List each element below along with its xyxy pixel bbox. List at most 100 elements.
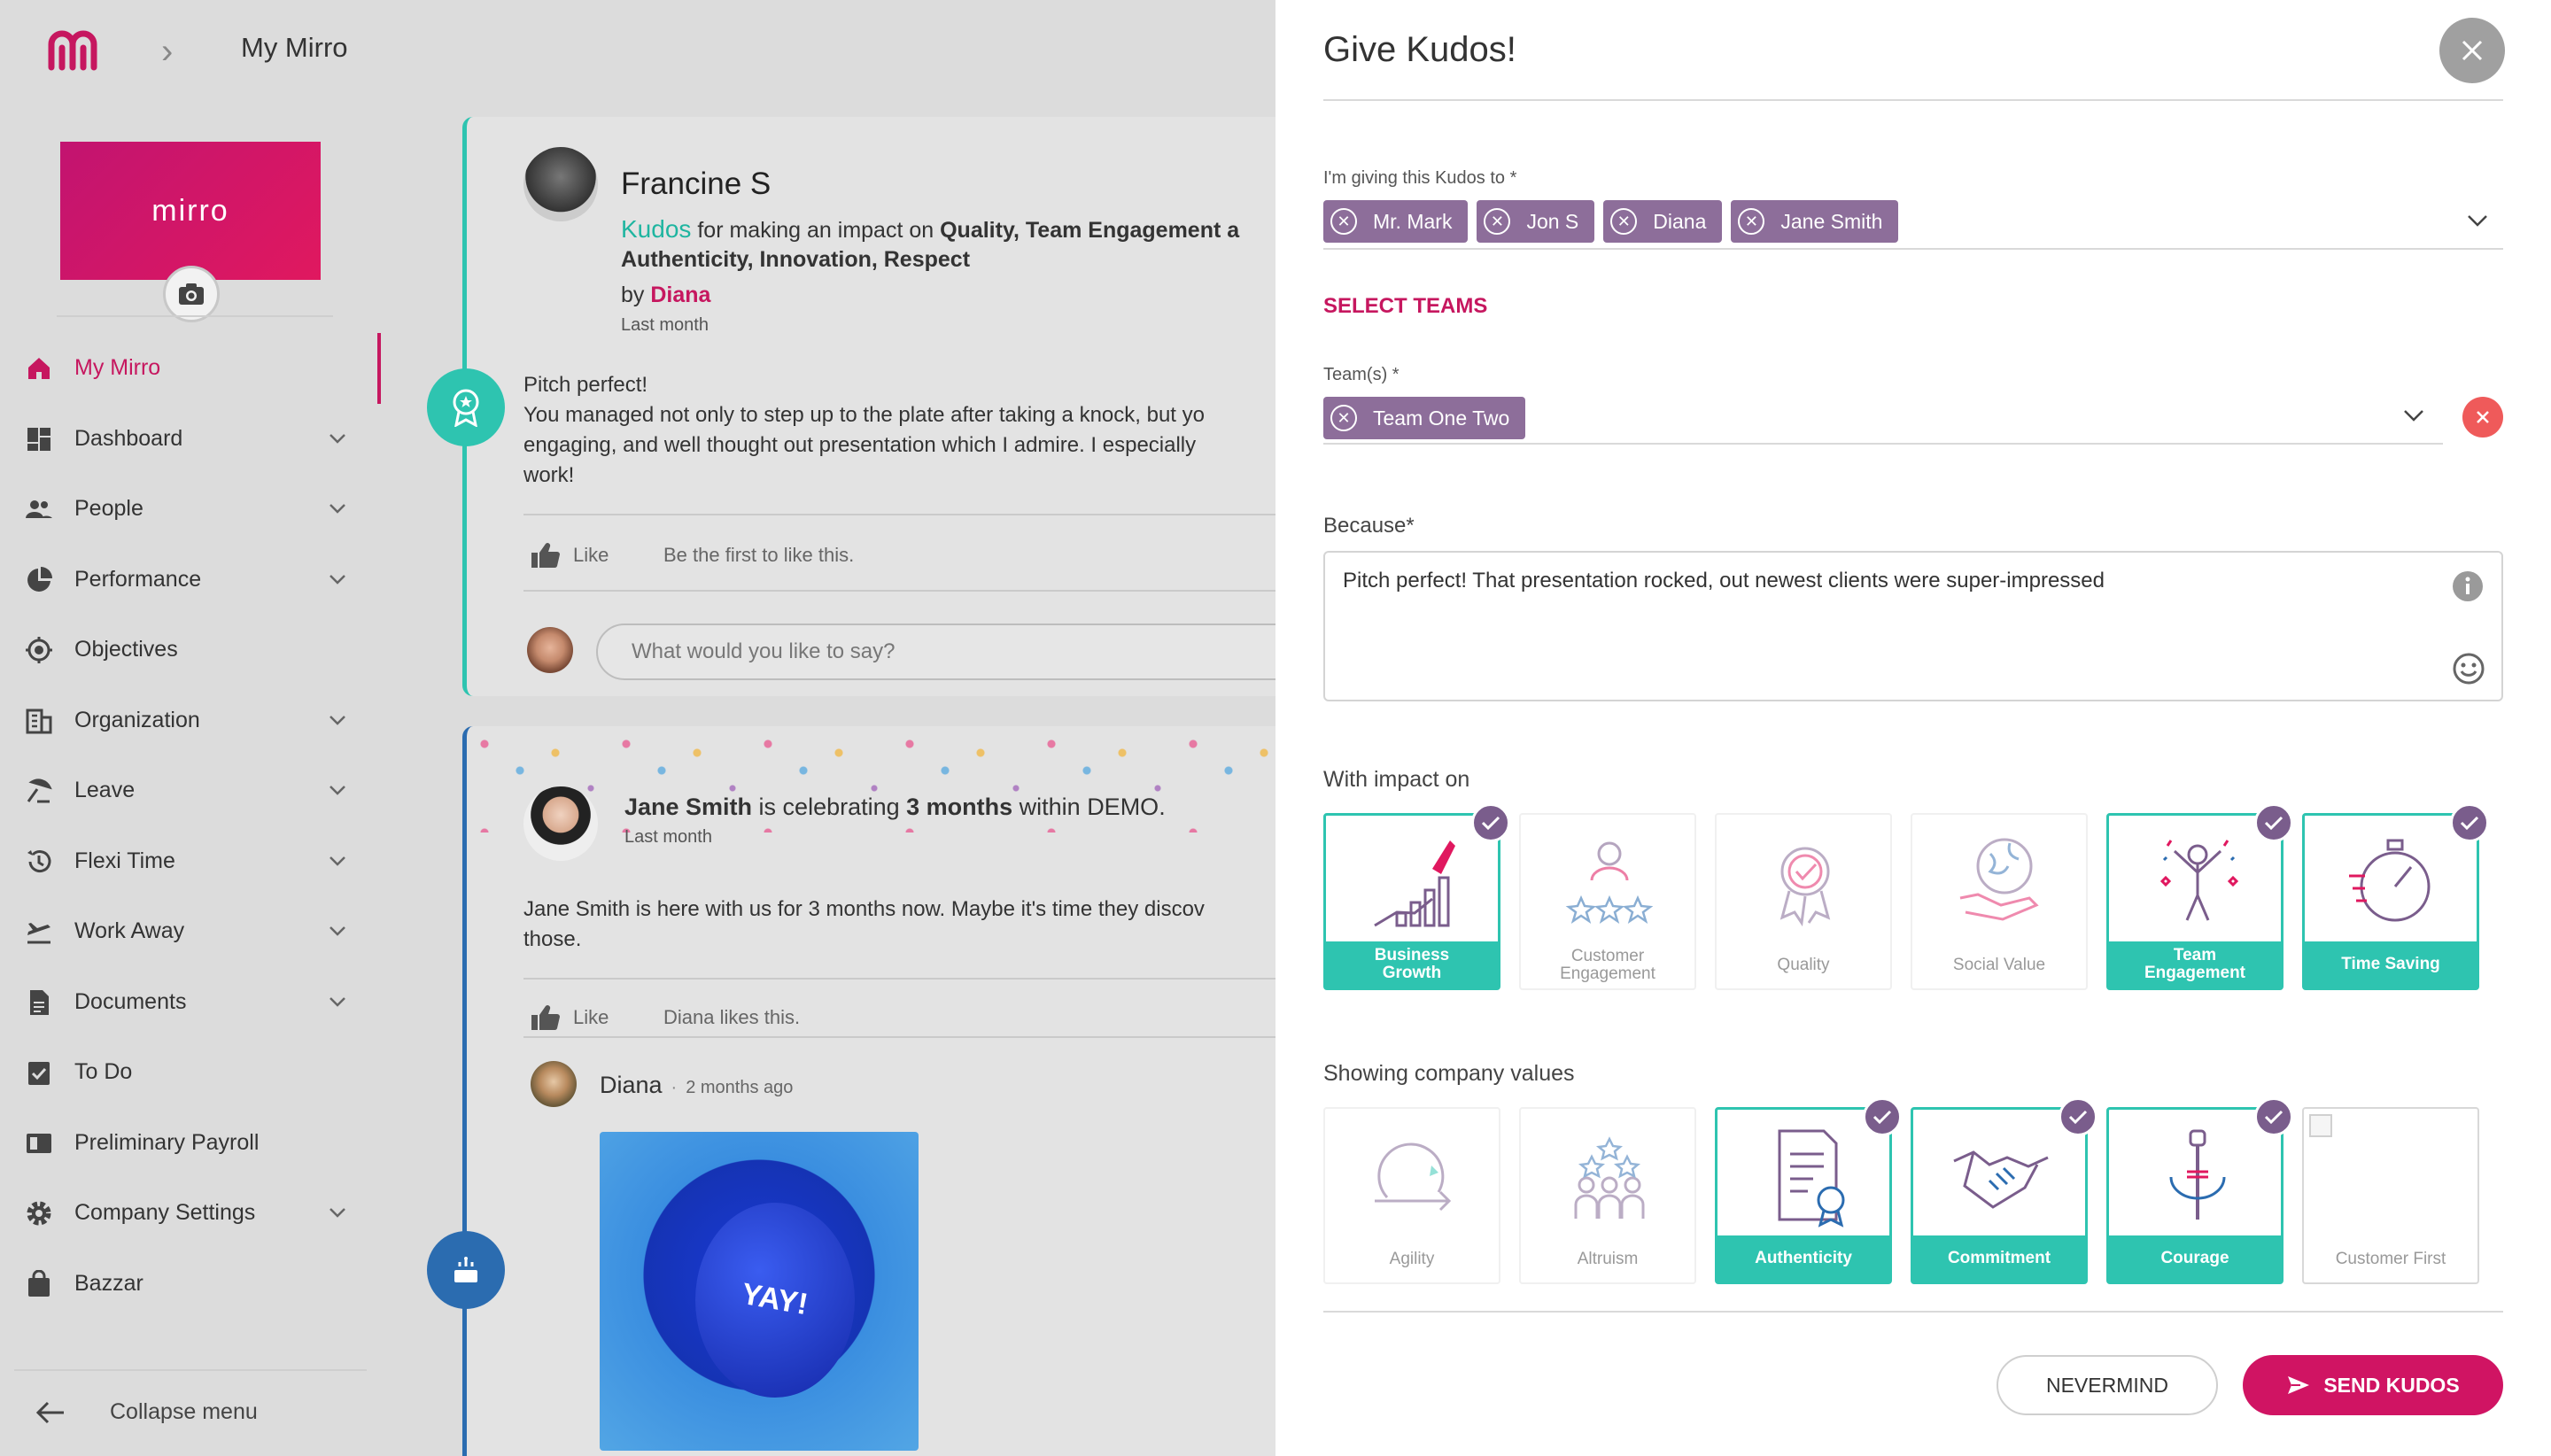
chevron-down-icon[interactable] — [2466, 209, 2489, 232]
sidebar-item-label: To Do — [74, 1059, 133, 1085]
mirro-logo-icon[interactable] — [46, 27, 108, 73]
recipients-select[interactable]: ✕ Mr. Mark ✕ Jon S ✕ Diana ✕ Jane Smith — [1323, 200, 1899, 243]
impact-tile-team-engagement[interactable]: Team Engagement — [2106, 803, 2293, 990]
sidebar-item-performance[interactable]: Performance — [0, 545, 381, 616]
like-status: Be the first to like this. — [663, 544, 855, 566]
sidebar-item-documents[interactable]: Documents — [0, 967, 381, 1038]
send-kudos-label: SEND KUDOS — [2323, 1373, 2460, 1397]
value-tile-courage[interactable]: Courage — [2106, 1097, 2293, 1284]
impact-tile-social-value[interactable]: Social Value — [1911, 813, 2088, 990]
collapse-menu-label: Collapse menu — [110, 1399, 258, 1424]
sidebar-item-organization[interactable]: Organization — [0, 685, 381, 756]
payroll-icon — [27, 1133, 51, 1153]
remove-chip-icon[interactable]: ✕ — [1330, 208, 1357, 235]
celebration-image[interactable]: YAY! — [600, 1132, 919, 1451]
activity-feed: Francine S Kudos for making an impact on… — [381, 105, 1276, 1456]
nevermind-button[interactable]: NEVERMIND — [1997, 1355, 2218, 1415]
by-prefix: by — [621, 283, 651, 307]
sidebar-item-work-away[interactable]: Work Away — [0, 896, 381, 967]
sidebar-item-label: Company Settings — [74, 1200, 256, 1226]
celebrated-person[interactable]: Jane Smith — [624, 794, 752, 820]
like-button[interactable]: Like — [531, 1004, 609, 1031]
remove-chip-icon[interactable]: ✕ — [1610, 208, 1638, 235]
sidebar-item-preliminary-payroll[interactable]: Preliminary Payroll — [0, 1108, 381, 1179]
remove-chip-icon[interactable]: ✕ — [1330, 405, 1357, 431]
send-kudos-button[interactable]: SEND KUDOS — [2243, 1355, 2503, 1415]
remove-chip-icon[interactable]: ✕ — [1484, 208, 1511, 235]
chevron-down-icon[interactable] — [328, 569, 347, 589]
camera-icon[interactable] — [163, 266, 220, 322]
post-body-line: Pitch perfect! — [523, 373, 648, 397]
plane-icon — [27, 923, 50, 944]
chevron-down-icon[interactable] — [328, 1203, 347, 1222]
because-label: Because* — [1323, 514, 1415, 538]
like-label: Like — [573, 544, 609, 566]
selected-check-icon — [2450, 803, 2489, 842]
impact-tile-customer-engagement[interactable]: Customer Engagement — [1519, 813, 1696, 990]
avatar[interactable] — [523, 786, 598, 861]
value-tile-commitment[interactable]: Commitment — [1911, 1097, 2097, 1284]
because-textarea[interactable]: Pitch perfect! That presentation rocked,… — [1323, 551, 2503, 701]
chevron-down-icon[interactable] — [328, 429, 347, 448]
chevron-down-icon[interactable] — [328, 499, 347, 518]
sidebar-item-company-settings[interactable]: Company Settings — [0, 1178, 381, 1249]
comment-author-name[interactable]: Diana — [600, 1072, 663, 1099]
sidebar-item-leave[interactable]: Leave — [0, 755, 381, 826]
tile-label: Commitment — [1913, 1235, 2085, 1282]
sidebar-item-my-mirro[interactable]: My Mirro — [0, 333, 381, 404]
value-tile-agility[interactable]: Agility — [1323, 1107, 1500, 1284]
selected-check-icon — [2254, 803, 2293, 842]
chevron-down-icon[interactable] — [2402, 404, 2425, 427]
remove-team-button[interactable] — [2462, 397, 2503, 438]
chevron-down-icon[interactable] — [328, 851, 347, 871]
collapse-menu-button[interactable]: Collapse menu — [35, 1399, 258, 1425]
chevron-down-icon[interactable] — [328, 992, 347, 1011]
chevron-down-icon[interactable] — [328, 710, 347, 730]
close-icon — [2462, 40, 2483, 61]
sidebar-item-label: Work Away — [74, 918, 185, 944]
selected-check-icon — [2254, 1097, 2293, 1136]
impact-values: Quality, Team Engagement a — [940, 218, 1240, 243]
impact-tile-time-saving[interactable]: Time Saving — [2302, 803, 2489, 990]
selected-check-icon — [1863, 1097, 1902, 1136]
certificate-icon — [1778, 1129, 1845, 1228]
sidebar-item-dashboard[interactable]: Dashboard — [0, 404, 381, 475]
thumbs-up-icon — [531, 543, 560, 569]
teams-select[interactable]: ✕ Team One Two — [1323, 397, 1526, 439]
value-tile-authenticity[interactable]: Authenticity — [1715, 1097, 1902, 1284]
nevermind-label: NEVERMIND — [2045, 1373, 2168, 1397]
comment-author-avatar[interactable] — [531, 1061, 577, 1107]
team-cheer-icon — [2159, 840, 2239, 921]
kudos-word: Kudos — [621, 215, 692, 243]
divider — [1323, 1311, 2503, 1313]
value-tile-altruism[interactable]: Altruism — [1519, 1107, 1696, 1284]
sidebar-item-to-do[interactable]: To Do — [0, 1037, 381, 1108]
comment-time: 2 months ago — [686, 1078, 794, 1097]
impact-tile-quality[interactable]: Quality — [1715, 813, 1892, 990]
like-button[interactable]: Like — [531, 542, 609, 569]
value-tile-customer-first[interactable]: Customer First — [2302, 1107, 2479, 1284]
sidebar-item-objectives[interactable]: Objectives — [0, 615, 381, 685]
info-icon[interactable] — [2452, 570, 2484, 602]
celebration-within: within DEMO. — [1012, 794, 1166, 820]
sidebar-item-people[interactable]: People — [0, 474, 381, 545]
document-icon — [30, 989, 49, 1015]
close-button[interactable] — [2439, 18, 2505, 83]
emoji-icon[interactable] — [2452, 652, 2485, 685]
remove-chip-icon[interactable]: ✕ — [1738, 208, 1765, 235]
sidebar-item-label: Bazzar — [74, 1270, 143, 1296]
chevron-down-icon[interactable] — [328, 921, 347, 941]
sidebar-item-bazzar[interactable]: Bazzar — [0, 1249, 381, 1320]
sidebar-item-flexi-time[interactable]: Flexi Time — [0, 826, 381, 897]
by-name-link[interactable]: Diana — [650, 283, 710, 307]
avatar[interactable] — [523, 147, 598, 221]
select-teams-link[interactable]: SELECT TEAMS — [1323, 294, 1487, 319]
tile-label: Team Engagement — [2109, 941, 2281, 987]
impact-tile-business-growth[interactable]: Business Growth — [1323, 803, 1510, 990]
chevron-down-icon[interactable] — [328, 780, 347, 800]
sidebar-item-label: Documents — [74, 988, 187, 1014]
field-underline — [1323, 443, 2443, 445]
comment-input[interactable]: What would you like to say? — [596, 623, 1276, 680]
give-kudos-panel: Give Kudos! I'm giving this Kudos to * ✕… — [1276, 0, 2551, 1456]
post-author-name[interactable]: Francine S — [621, 167, 771, 202]
